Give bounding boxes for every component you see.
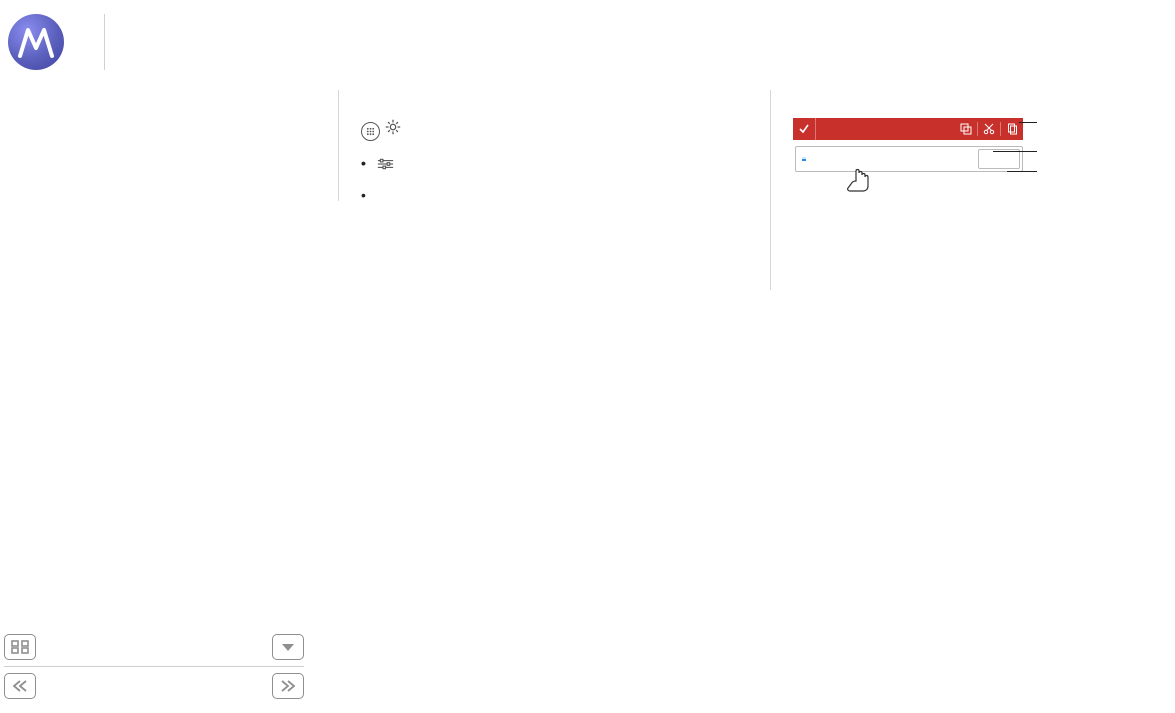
gear-icon xyxy=(384,118,402,136)
hand-tap-icon xyxy=(841,162,877,198)
column-cut-copy-paste xyxy=(770,90,1175,290)
selected-text xyxy=(802,157,806,161)
action-bar xyxy=(793,118,1023,140)
back-button[interactable] xyxy=(4,673,46,699)
apps-icon xyxy=(361,122,380,141)
send-button xyxy=(978,149,1020,169)
step-item xyxy=(793,218,1175,224)
find-it-path xyxy=(361,118,761,141)
step-number xyxy=(793,232,807,238)
step-number xyxy=(793,246,807,252)
help-button[interactable] xyxy=(262,634,304,660)
help-icon xyxy=(272,634,304,660)
step-number xyxy=(793,260,807,266)
bullet-list xyxy=(361,153,761,173)
text-selection-illustration xyxy=(793,118,1063,200)
menu-button[interactable] xyxy=(4,634,46,660)
next-button[interactable] xyxy=(262,673,304,699)
back-icon xyxy=(4,673,36,699)
callout-leader xyxy=(1007,171,1037,172)
menu-icon xyxy=(4,634,36,660)
step-number xyxy=(793,218,807,224)
text-field xyxy=(795,146,1023,172)
steps-list xyxy=(793,218,1175,266)
done-icon xyxy=(793,118,816,140)
step-item xyxy=(793,232,1175,238)
next-icon xyxy=(272,673,304,699)
callout-leader xyxy=(993,151,1037,152)
footer-nav xyxy=(4,632,304,701)
header-divider xyxy=(104,14,105,70)
column-text-entry xyxy=(338,90,777,201)
sliders-icon xyxy=(377,158,394,170)
callout-leader xyxy=(1019,122,1037,123)
motorola-logo-icon xyxy=(8,14,64,70)
bullet-item xyxy=(361,153,761,173)
select-all-icon xyxy=(955,118,977,140)
step-item xyxy=(793,260,1175,266)
step-item xyxy=(793,246,1175,252)
page-header xyxy=(8,12,1175,72)
cut-icon xyxy=(978,118,1000,140)
